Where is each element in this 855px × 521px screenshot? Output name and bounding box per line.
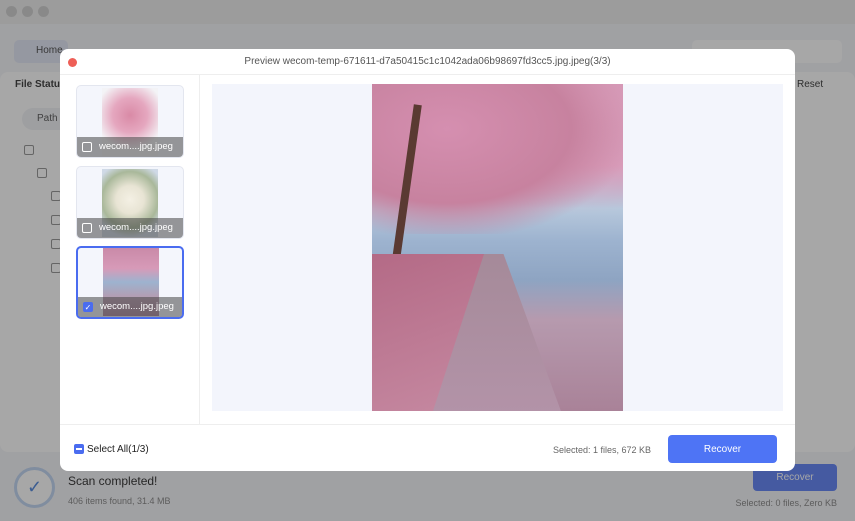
thumbnail-label: wecom....jpg.jpeg: [99, 222, 173, 233]
preview-dialog: Preview wecom-temp-671611-d7a50415c1c104…: [60, 49, 795, 471]
preview-image: [372, 84, 623, 411]
thumbnail-item[interactable]: wecom....jpg.jpeg: [76, 166, 184, 239]
thumbnail-list: wecom....jpg.jpeg wecom....jpg.jpeg ✓ wec…: [60, 75, 200, 425]
thumbnail-item[interactable]: wecom....jpg.jpeg: [76, 85, 184, 158]
select-all-label[interactable]: Select All(1/3): [87, 444, 149, 455]
thumbnail-checkbox[interactable]: [82, 142, 92, 152]
dialog-footer: Select All(1/3) Selected: 1 files, 672 K…: [60, 424, 795, 471]
recover-button[interactable]: Recover: [668, 435, 777, 463]
thumbnail-checkbox[interactable]: [82, 223, 92, 233]
selected-summary: Selected: 1 files, 672 KB: [553, 445, 652, 455]
thumbnail-checkbox-checked[interactable]: ✓: [83, 302, 93, 312]
thumbnail-label: wecom....jpg.jpeg: [100, 301, 174, 312]
dialog-title: Preview wecom-temp-671611-d7a50415c1c104…: [60, 49, 795, 75]
thumbnail-label: wecom....jpg.jpeg: [99, 141, 173, 152]
thumbnail-item-selected[interactable]: ✓ wecom....jpg.jpeg: [76, 246, 184, 319]
preview-area: [212, 84, 783, 411]
close-dialog-button[interactable]: [68, 58, 77, 67]
select-all-checkbox[interactable]: [74, 444, 84, 454]
